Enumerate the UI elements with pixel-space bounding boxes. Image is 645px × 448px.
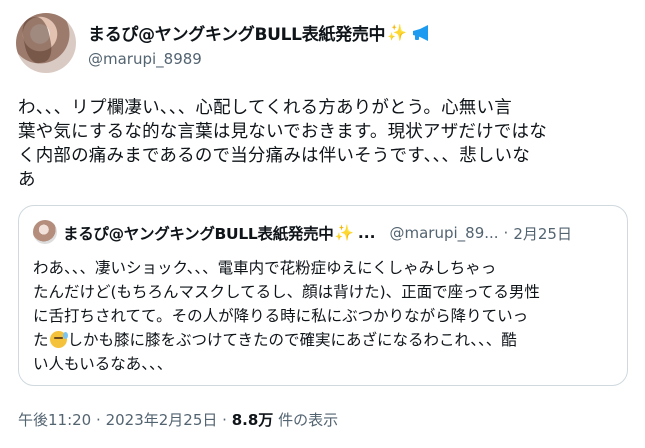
- quoted-author-name: まるぴ@ヤングキングBULL表紙発売中: [63, 225, 334, 243]
- quoted-tweet-text: わあ、、、凄いショック、、、電車内で花粉症ゆえにくしゃみしちゃっ たんだけど(も…: [33, 256, 619, 376]
- tweet-line: く内部の痛みまであるので当分痛みは伴いそうです、、、悲しいな: [18, 146, 530, 166]
- view-count: 8.8万: [231, 411, 274, 429]
- separator-dot: ·: [222, 411, 227, 429]
- sweat-smile-emoji-icon: [49, 331, 68, 348]
- sparkles-icon: ✨: [334, 224, 354, 242]
- author-display-name[interactable]: まるぴ@ヤングキングBULL表紙発売中 ✨: [88, 20, 431, 45]
- view-count-label: 件の表示: [278, 411, 339, 429]
- tweet-date[interactable]: 2023年2月25日: [106, 411, 218, 429]
- quoted-author-handle: @marupi_89...: [389, 224, 499, 242]
- quoted-line: たんだけど(もちろんマスクしてるし、顔は背けた)、正面で座ってる男性: [33, 283, 540, 301]
- megaphone-icon: [411, 24, 431, 41]
- separator-dot: ·: [96, 411, 101, 429]
- tweet-meta: 午後11:20 · 2023年2月25日 · 8.8万 件の表示: [18, 409, 338, 430]
- name-truncation: ...: [357, 224, 376, 242]
- quoted-author-avatar: [33, 220, 57, 244]
- tweet-line: わ、、、リプ欄凄い、、、心配してくれる方ありがとう。心無い言: [18, 98, 512, 118]
- quoted-line-rest: しかも膝に膝をぶつけてきたので確実にあざになるわこれ、、、酷: [67, 331, 517, 349]
- tweet-line: あ: [18, 170, 36, 190]
- author-avatar[interactable]: [16, 13, 76, 73]
- quoted-line: い人もいるなあ、、、: [33, 355, 173, 373]
- quoted-tweet-card[interactable]: まるぴ@ヤングキングBULL表紙発売中 ✨ ... @marupi_89... …: [18, 205, 628, 386]
- tweet-text: わ、、、リプ欄凄い、、、心配してくれる方ありがとう。心無い言 葉や気にするな的な…: [18, 96, 630, 192]
- quoted-line-start: た: [33, 331, 49, 349]
- author-handle[interactable]: @marupi_8989: [88, 50, 202, 68]
- quoted-line: に舌打ちされてて。その人が降りる時に私にぶつかりながら降りていっ: [33, 307, 529, 325]
- quoted-line-with-emoji: たしかも膝に膝をぶつけてきたので確実にあざになるわこれ、、、酷: [33, 328, 619, 352]
- tweet-time[interactable]: 午後11:20: [18, 411, 91, 429]
- quoted-tweet-header: まるぴ@ヤングキングBULL表紙発売中 ✨ ... @marupi_89... …: [63, 222, 572, 244]
- author-name-text: まるぴ@ヤングキングBULL表紙発売中: [88, 25, 386, 45]
- quoted-tweet-date: 2月25日: [513, 224, 572, 243]
- separator-dot: ·: [503, 224, 509, 242]
- quoted-line: わあ、、、凄いショック、、、電車内で花粉症ゆえにくしゃみしちゃっ: [33, 259, 497, 277]
- tweet-line: 葉や気にするな的な言葉は見ないでおきます。現状アザだけではな: [18, 122, 547, 142]
- sparkles-icon: ✨: [387, 23, 407, 42]
